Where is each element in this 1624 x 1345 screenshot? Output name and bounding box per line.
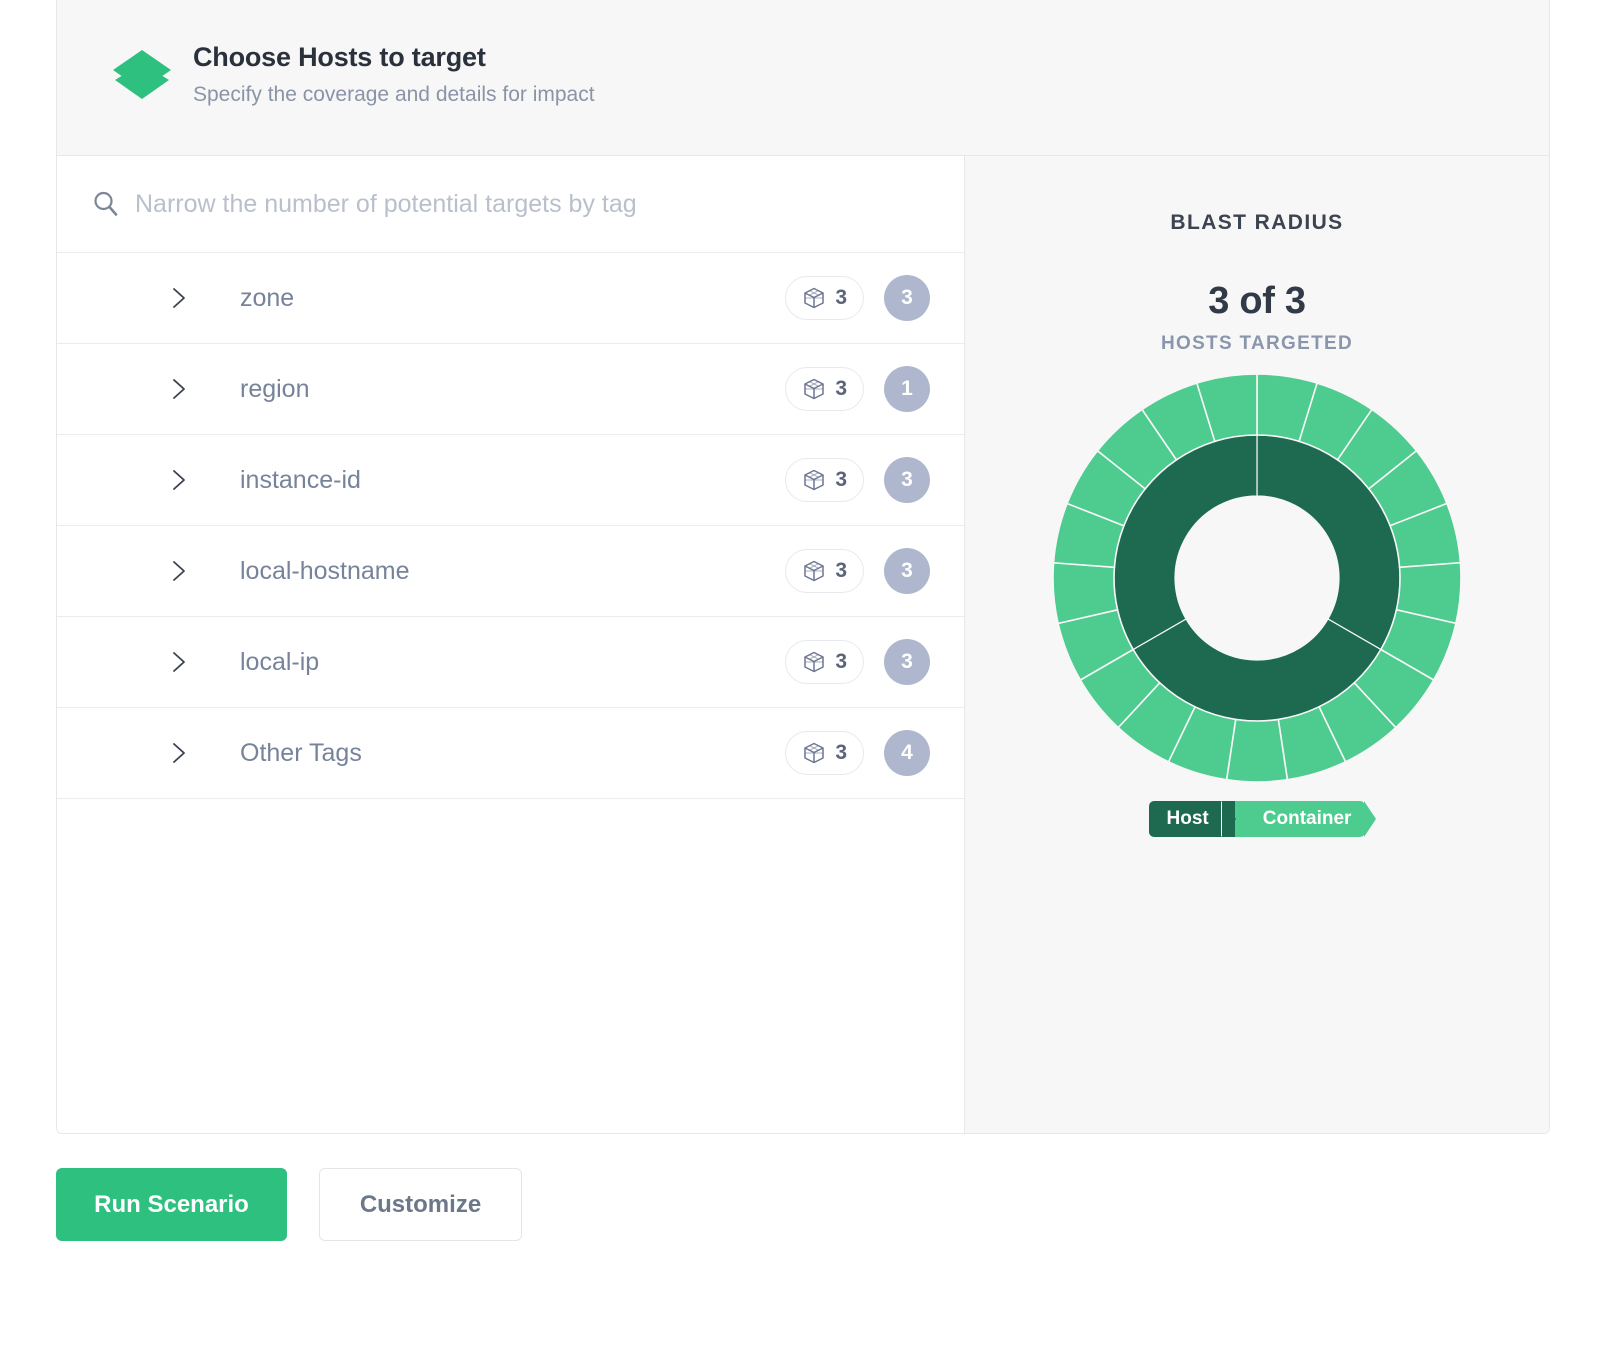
card-body: zone 3 3 region 3 1 instance-id 3 3 local-h… — [57, 156, 1549, 1133]
legend-host-chip[interactable]: Host — [1148, 801, 1237, 837]
action-bar: Run Scenario Customize — [56, 1168, 522, 1241]
tag-label: local-ip — [240, 647, 320, 676]
page-subtitle: Specify the coverage and details for imp… — [193, 83, 595, 107]
hosts-targeted-value: 3 of 3 — [1208, 280, 1306, 322]
tag-row[interactable]: instance-id 3 3 — [57, 435, 964, 526]
container-count: 3 — [835, 650, 847, 673]
cube-icon — [804, 287, 825, 309]
tag-label: zone — [240, 283, 295, 312]
chevron-right-icon — [173, 743, 185, 763]
chevron-right-icon — [173, 652, 185, 672]
customize-button[interactable]: Customize — [319, 1168, 522, 1241]
blast-radius-donut-chart — [1052, 373, 1462, 783]
container-count: 3 — [835, 377, 847, 400]
tag-value-count-badge: 3 — [884, 548, 930, 594]
search-row[interactable] — [57, 156, 964, 253]
tag-label: instance-id — [240, 465, 361, 494]
donut-segment-container[interactable] — [1225, 718, 1289, 783]
tag-row[interactable]: local-ip 3 3 — [57, 617, 964, 708]
header-text-block: Choose Hosts to target Specify the cover… — [193, 41, 595, 112]
tag-value-count-badge: 3 — [884, 275, 930, 321]
chevron-right-icon — [173, 379, 185, 399]
chevron-right-icon — [173, 561, 185, 581]
tag-label: Other Tags — [240, 738, 362, 767]
layers-icon — [113, 50, 171, 99]
cube-icon — [804, 651, 825, 673]
cube-icon — [804, 378, 825, 400]
container-count: 3 — [835, 468, 847, 491]
container-count: 3 — [835, 286, 847, 309]
tag-value-count-badge: 3 — [884, 457, 930, 503]
choose-hosts-card: Choose Hosts to target Specify the cover… — [56, 0, 1550, 1134]
tag-row[interactable]: Other Tags 3 4 — [57, 708, 964, 799]
cube-icon — [804, 742, 825, 764]
container-count-pill[interactable]: 3 — [785, 640, 864, 684]
card-header: Choose Hosts to target Specify the cover… — [57, 0, 1549, 156]
legend-chevron-icon — [1364, 801, 1377, 837]
tag-row[interactable]: zone 3 3 — [57, 253, 964, 344]
container-count-pill[interactable]: 3 — [785, 276, 864, 320]
target-selector-pane: zone 3 3 region 3 1 instance-id 3 3 local-h… — [57, 156, 965, 1133]
search-input[interactable] — [135, 189, 915, 219]
cube-icon — [804, 469, 825, 491]
tag-value-count-badge: 3 — [884, 639, 930, 685]
container-count-pill[interactable]: 3 — [785, 731, 864, 775]
hosts-targeted-label: HOSTS TARGETED — [1160, 333, 1354, 354]
page-title: Choose Hosts to target — [193, 42, 486, 73]
legend-container-chip[interactable]: Container — [1220, 801, 1377, 837]
tag-list: zone 3 3 region 3 1 instance-id 3 3 local-h… — [57, 253, 964, 799]
tag-row[interactable]: region 3 1 — [57, 344, 964, 435]
legend-host-label: Host — [1166, 808, 1209, 829]
tag-label: region — [240, 374, 310, 403]
container-count-pill[interactable]: 3 — [785, 549, 864, 593]
tag-value-count-badge: 4 — [884, 730, 930, 776]
donut-chart-wrap — [965, 373, 1549, 783]
cube-icon — [804, 560, 825, 582]
container-count-pill[interactable]: 3 — [785, 458, 864, 502]
legend-container-label: Container — [1262, 808, 1352, 829]
container-count: 3 — [835, 741, 847, 764]
search-icon — [94, 191, 118, 216]
run-scenario-button[interactable]: Run Scenario — [56, 1168, 287, 1241]
chart-legend: Host Container — [965, 801, 1549, 837]
blast-radius-title: BLAST RADIUS — [1170, 211, 1344, 234]
tag-row[interactable]: local-hostname 3 3 — [57, 526, 964, 617]
blast-radius-page: Choose Hosts to target Specify the cover… — [0, 0, 1624, 1345]
chevron-right-icon — [173, 288, 185, 308]
container-count: 3 — [835, 559, 847, 582]
chevron-right-icon — [173, 470, 185, 490]
tag-value-count-badge: 1 — [884, 366, 930, 412]
tag-label: local-hostname — [240, 556, 410, 585]
blast-radius-pane: BLAST RADIUS 3 of 3 HOSTS TARGETED Host … — [965, 156, 1549, 1133]
container-count-pill[interactable]: 3 — [785, 367, 864, 411]
